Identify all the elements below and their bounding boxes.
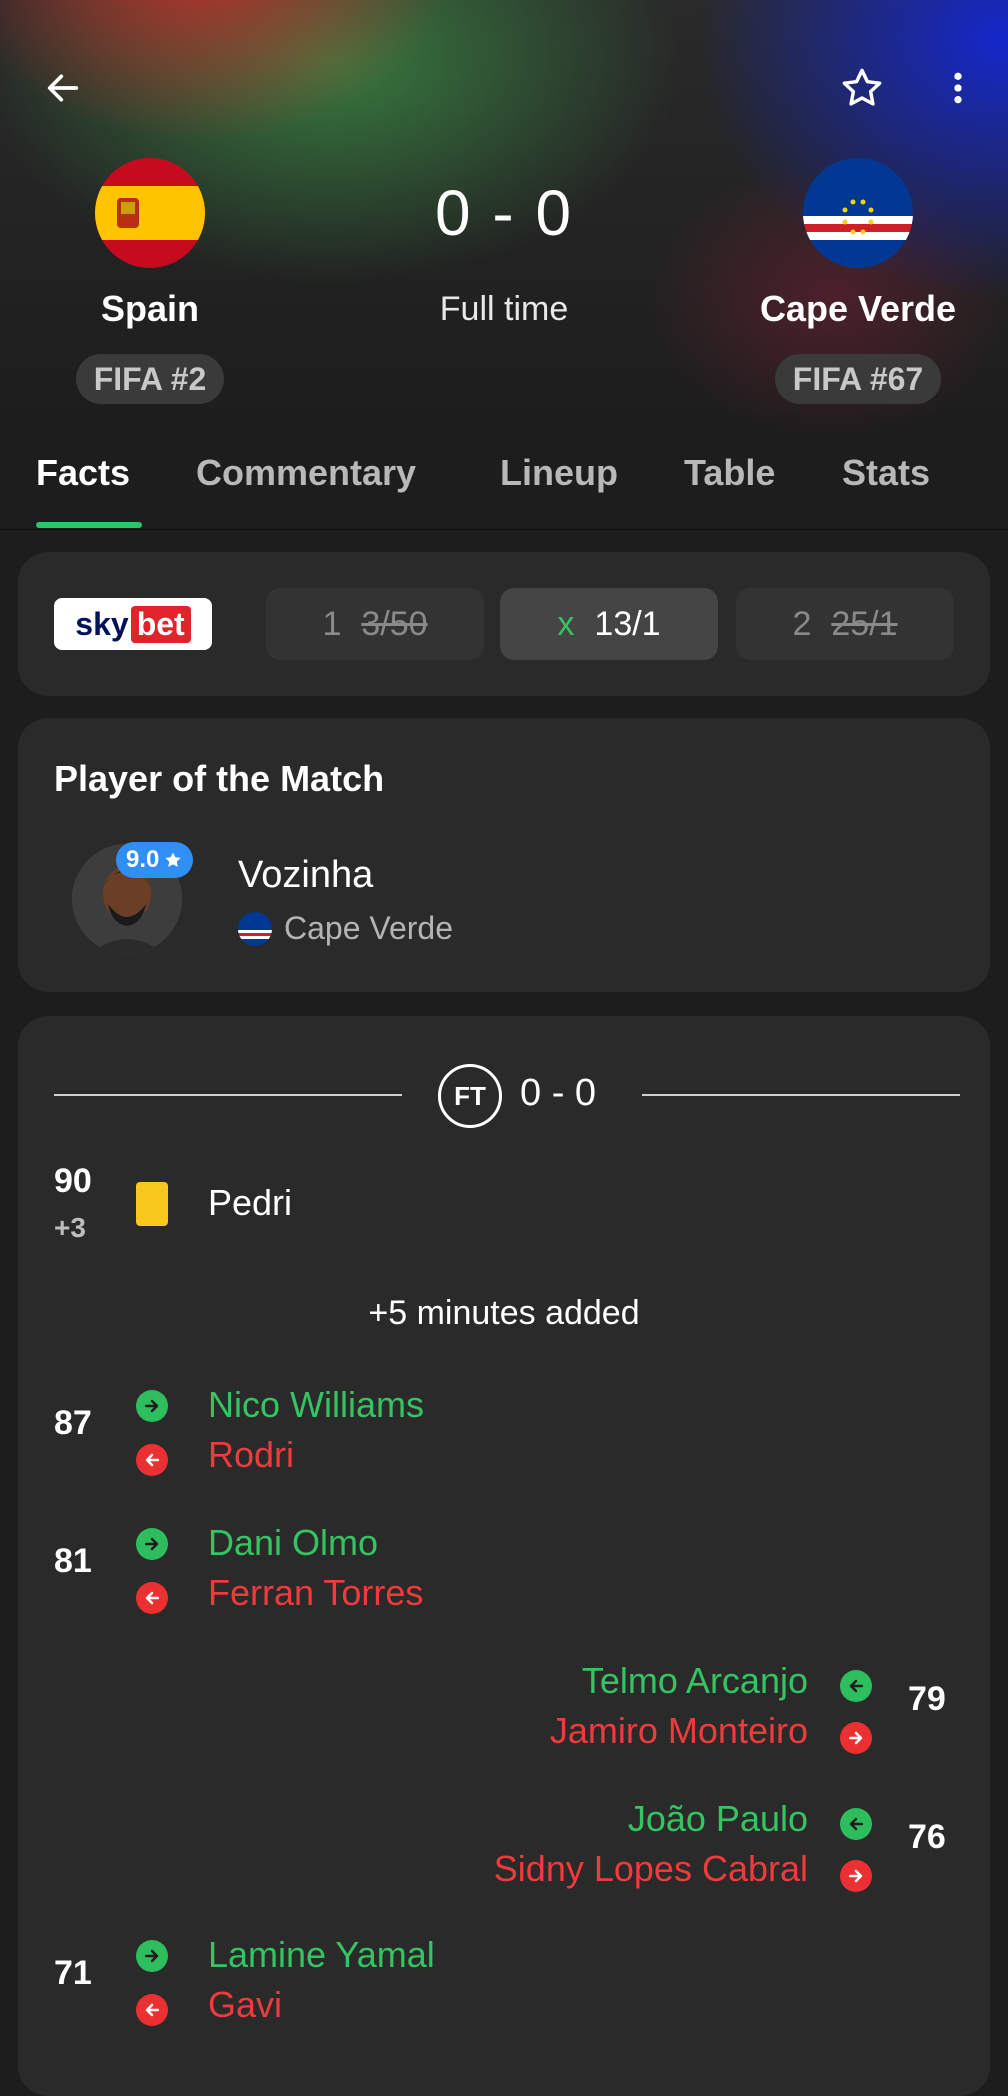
spain-flag-icon <box>95 158 205 268</box>
away-team-rank: FIFA #67 <box>774 354 942 404</box>
odds-value: 13/1 <box>594 604 661 643</box>
event-minute: 87 <box>54 1404 92 1442</box>
match-header: Spain FIFA #2 0 - 0 Full time Cape Verde… <box>0 0 1008 530</box>
match-events-card: FT 0 - 0 90 +3 Pedri +5 minutes added 87… <box>18 1016 990 2096</box>
away-team[interactable]: Cape Verde FIFA #67 <box>728 158 988 404</box>
tab-lineup[interactable]: Lineup <box>500 452 618 494</box>
sub-player-out: Gavi <box>208 1984 283 2025</box>
odds-value: 3/50 <box>361 604 428 643</box>
sub-in-icon <box>136 1940 168 1972</box>
sub-player-in: Dani Olmo <box>208 1522 379 1563</box>
sub-player-in: Lamine Yamal <box>208 1934 435 1975</box>
odds-label: x <box>557 604 575 643</box>
tab-facts[interactable]: Facts <box>36 452 130 494</box>
sub-out-icon <box>136 1582 168 1614</box>
match-score: 0 - 0 <box>434 177 574 249</box>
player-name: Vozinha <box>238 854 374 896</box>
event-minute: 71 <box>54 1954 92 1992</box>
player-rating-badge: 9.0 <box>116 842 194 878</box>
event-minute: 76 <box>908 1818 946 1856</box>
back-arrow-icon <box>47 74 79 102</box>
sub-in-icon <box>840 1808 872 1840</box>
odds-label: 1 <box>322 604 342 643</box>
ft-score: 0 - 0 <box>520 1072 597 1114</box>
sub-out-icon <box>840 1722 872 1754</box>
player-team-name: Cape Verde <box>284 910 454 946</box>
logo-sky-text: sky <box>75 605 129 642</box>
odds-home-win[interactable]: 1 3/50 <box>266 588 484 660</box>
sub-player-out: Rodri <box>208 1434 295 1475</box>
home-team-name: Spain <box>100 288 199 329</box>
divider <box>0 529 1008 530</box>
star-filled-icon <box>165 852 182 867</box>
divider-line <box>54 1094 402 1096</box>
sub-player-in: Nico Williams <box>208 1384 424 1425</box>
more-vertical-icon <box>954 72 962 104</box>
sub-player-out: Sidny Lopes Cabral <box>493 1848 808 1889</box>
star-icon <box>842 68 882 106</box>
sub-player-in: Telmo Arcanjo <box>581 1660 808 1701</box>
back-button[interactable] <box>30 60 96 116</box>
odds-value: 25/1 <box>831 604 898 643</box>
tab-commentary[interactable]: Commentary <box>196 452 416 494</box>
odds-draw[interactable]: x 13/1 <box>500 588 718 660</box>
odds-card: sky bet 1 3/50 x 13/1 2 25/1 <box>18 552 990 696</box>
sub-in-icon <box>136 1390 168 1422</box>
event-minute: 81 <box>54 1542 92 1580</box>
tab-table[interactable]: Table <box>684 452 775 494</box>
event-extra-time: +3 <box>54 1212 86 1243</box>
logo-bet-text: bet <box>130 605 191 643</box>
sub-out-icon <box>136 1444 168 1476</box>
favorite-button[interactable] <box>832 60 892 116</box>
added-time-note: +5 minutes added <box>368 1294 640 1332</box>
sub-in-icon <box>840 1670 872 1702</box>
match-status: Full time <box>439 290 569 328</box>
skybet-logo[interactable]: sky bet <box>54 598 212 650</box>
event-player: Pedri <box>208 1182 293 1223</box>
tab-bar: Facts Commentary Lineup Table Stats <box>0 440 1008 530</box>
odds-label: 2 <box>792 604 812 643</box>
player-rating: 9.0 <box>126 846 160 873</box>
sub-player-in: João Paulo <box>627 1798 808 1839</box>
event-minute: 90 <box>54 1162 92 1200</box>
sub-out-icon <box>136 1994 168 2026</box>
player-team: Cape Verde <box>238 910 453 947</box>
divider-line <box>642 1094 960 1096</box>
full-time-divider: FT 0 - 0 <box>54 1062 960 1128</box>
sub-player-out: Jamiro Monteiro <box>549 1710 808 1751</box>
cape-verde-flag-icon <box>238 911 272 946</box>
home-team[interactable]: Spain FIFA #2 <box>20 158 280 404</box>
tab-stats[interactable]: Stats <box>842 452 930 494</box>
event-minute: 79 <box>908 1680 946 1718</box>
player-of-the-match-card[interactable]: Player of the Match 9.0 Vozinha Cape Ver… <box>18 718 990 992</box>
sub-in-icon <box>136 1528 168 1560</box>
ft-badge: FT <box>438 1064 502 1128</box>
sub-out-icon <box>840 1860 872 1892</box>
active-tab-indicator <box>36 522 142 528</box>
sub-player-out: Ferran Torres <box>208 1572 424 1613</box>
home-team-rank: FIFA #2 <box>75 354 225 404</box>
away-team-name: Cape Verde <box>759 288 957 329</box>
odds-away-win[interactable]: 2 25/1 <box>736 588 954 660</box>
yellow-card-icon <box>136 1182 168 1226</box>
more-options-button[interactable] <box>930 60 986 116</box>
potm-title: Player of the Match <box>54 758 385 799</box>
cape-verde-flag-icon <box>803 158 913 268</box>
